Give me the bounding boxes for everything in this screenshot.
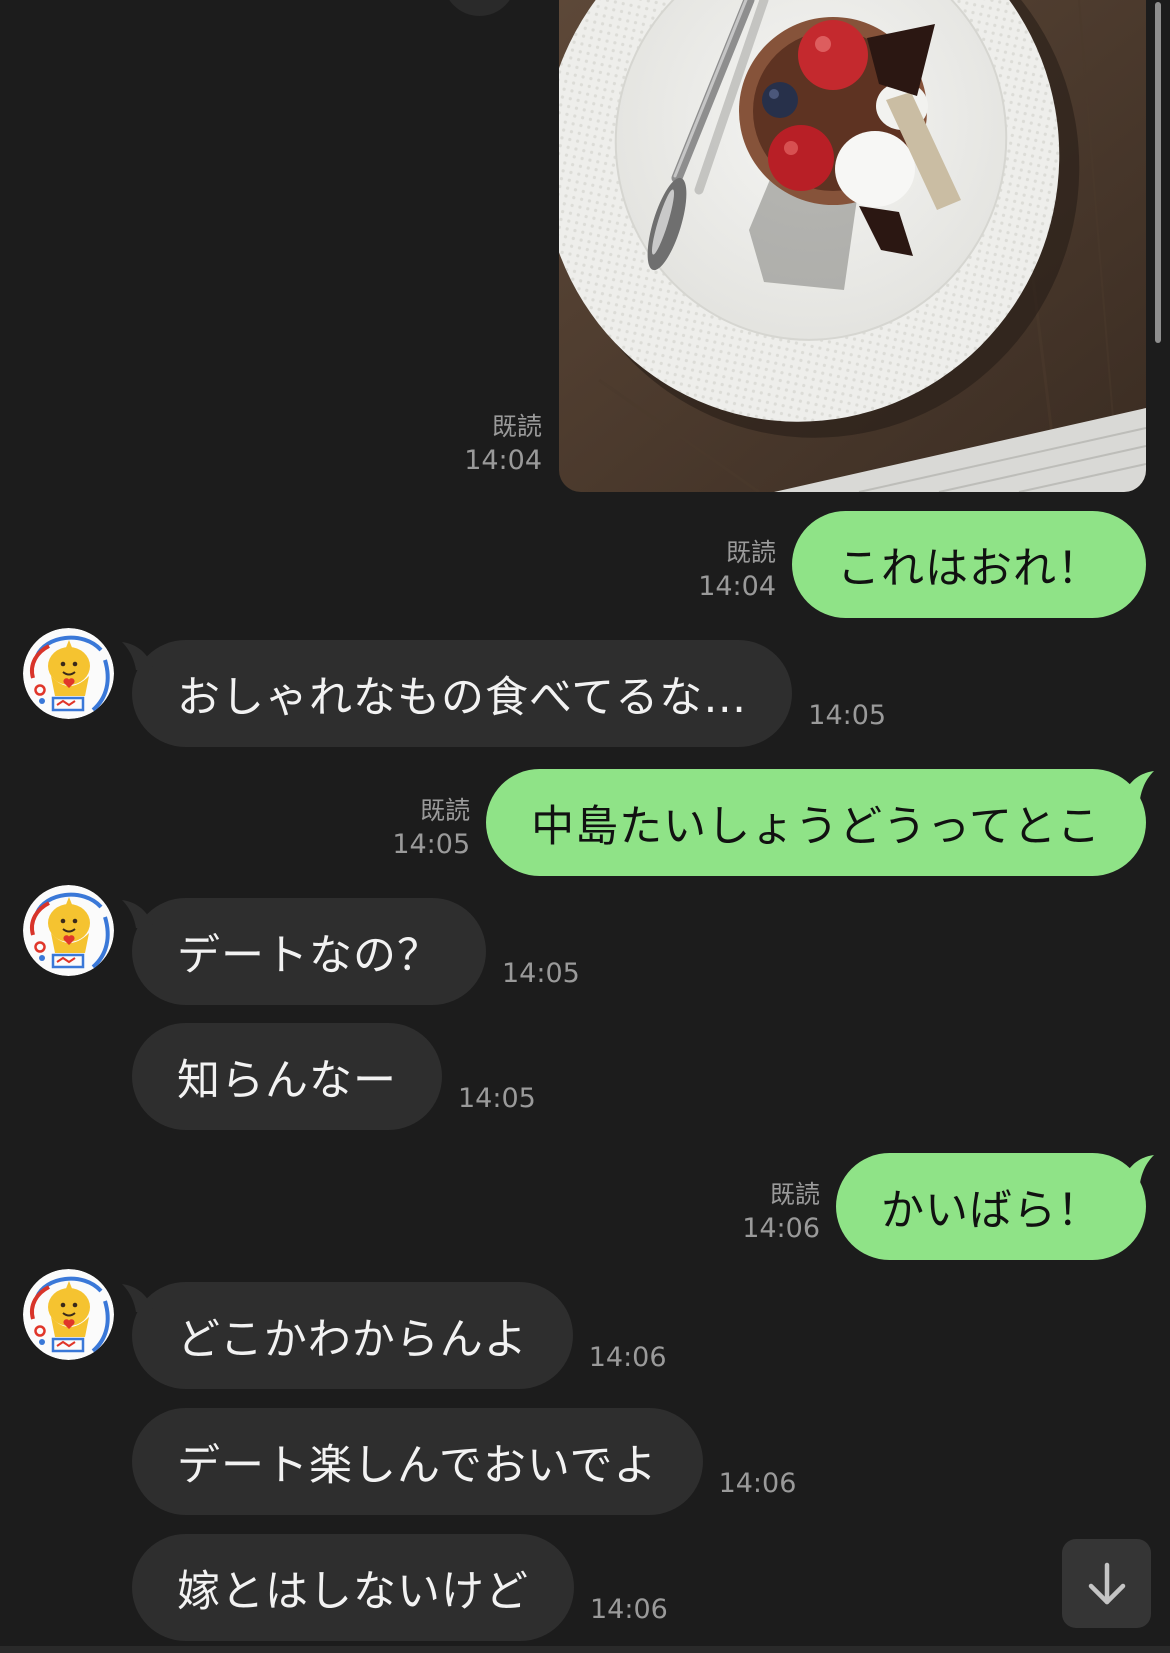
incoming-bubble[interactable]: 嫁とはしないけど <box>132 1534 574 1641</box>
message-text: デート楽しんでおいでよ <box>177 1440 658 1491</box>
incoming-bubble[interactable]: デート楽しんでおいでよ <box>132 1408 703 1515</box>
message-text: かいばら！ <box>881 1185 1101 1236</box>
message-time: 14:04 <box>464 445 542 476</box>
message-text: 中島たいしょうどうってとこ <box>531 801 1101 852</box>
incoming-message-row: 嫁とはしないけど 14:06 <box>132 1534 668 1641</box>
avatar[interactable] <box>23 885 114 976</box>
incoming-bubble[interactable]: おしゃれなもの食べてるな… <box>122 640 793 747</box>
outgoing-bubble[interactable]: かいばら！ <box>836 1153 1154 1260</box>
outgoing-bubble[interactable]: これはおれ！ <box>792 511 1146 618</box>
bubble-tail <box>122 1284 154 1312</box>
message-time: 14:05 <box>502 958 580 989</box>
scroll-to-bottom-button[interactable] <box>1062 1539 1151 1628</box>
message-text: これはおれ！ <box>837 543 1101 594</box>
outgoing-message-row: 既読 14:06 かいばら！ <box>742 1153 1154 1260</box>
incoming-bubble[interactable]: デートなの？ <box>122 898 486 1005</box>
input-bar-edge <box>0 1646 1170 1653</box>
incoming-message-row: 知らんなー 14:05 <box>132 1023 536 1130</box>
message-meta: 14:06 <box>719 1467 797 1515</box>
avatar-icon <box>23 1269 114 1360</box>
avatar-icon <box>23 628 114 719</box>
message-meta: 既読 14:05 <box>392 794 470 876</box>
avatar-icon <box>23 885 114 976</box>
message-time: 14:04 <box>698 571 776 602</box>
photo-image <box>559 0 1146 492</box>
message-time: 14:05 <box>458 1083 536 1114</box>
scrollbar[interactable] <box>1155 2 1161 343</box>
incoming-message-row: どこかわからんよ 14:06 <box>122 1282 667 1389</box>
message-text: デートなの？ <box>177 930 441 981</box>
message-meta: 既読 14:06 <box>742 1178 820 1260</box>
image-share-button[interactable] <box>443 0 516 16</box>
message-time: 14:05 <box>808 700 887 731</box>
message-time: 14:06 <box>588 1342 667 1373</box>
outgoing-bubble[interactable]: 中島たいしょうどうってとこ <box>486 769 1154 876</box>
message-meta: 既読 14:04 <box>698 536 776 618</box>
read-receipt: 既読 <box>769 1180 820 1209</box>
bubble-tail <box>1122 1155 1154 1183</box>
message-meta: 14:05 <box>458 1082 536 1130</box>
message-text: 知らんなー <box>177 1055 397 1106</box>
message-meta: 14:05 <box>808 699 886 747</box>
bubble-tail <box>1122 771 1154 799</box>
message-time: 14:05 <box>392 829 471 860</box>
avatar[interactable] <box>23 1269 114 1360</box>
message-time: 14:06 <box>742 1213 820 1244</box>
outgoing-message-row: 既読 14:04 これはおれ！ <box>698 511 1146 618</box>
message-text: 嫁とはしないけど <box>177 1566 529 1617</box>
read-receipt: 既読 <box>491 412 542 441</box>
incoming-message-row: おしゃれなもの食べてるな… 14:05 <box>122 640 886 747</box>
message-meta: 14:06 <box>590 1593 668 1641</box>
incoming-bubble[interactable]: 知らんなー <box>132 1023 442 1130</box>
message-text: どこかわからんよ <box>177 1314 528 1365</box>
message-meta: 14:05 <box>502 957 580 1005</box>
message-meta: 14:06 <box>589 1341 667 1389</box>
photo-message[interactable] <box>559 0 1146 492</box>
avatar[interactable] <box>23 628 114 719</box>
incoming-bubble[interactable]: どこかわからんよ <box>122 1282 573 1389</box>
bubble-tail <box>122 900 154 928</box>
read-receipt: 既読 <box>420 796 471 825</box>
incoming-message-row: デート楽しんでおいでよ 14:06 <box>132 1408 796 1515</box>
photo-message-meta: 既読 14:04 <box>464 410 542 478</box>
outgoing-message-row: 既読 14:05 中島たいしょうどうってとこ <box>392 769 1154 876</box>
message-time: 14:06 <box>590 1594 668 1625</box>
read-receipt: 既読 <box>725 538 776 567</box>
message-text: おしゃれなもの食べてるな… <box>177 672 748 723</box>
incoming-message-row: デートなの？ 14:05 <box>122 898 580 1005</box>
bubble-tail <box>122 642 154 670</box>
arrow-down-icon <box>1088 1562 1125 1604</box>
message-time: 14:06 <box>718 1468 797 1499</box>
